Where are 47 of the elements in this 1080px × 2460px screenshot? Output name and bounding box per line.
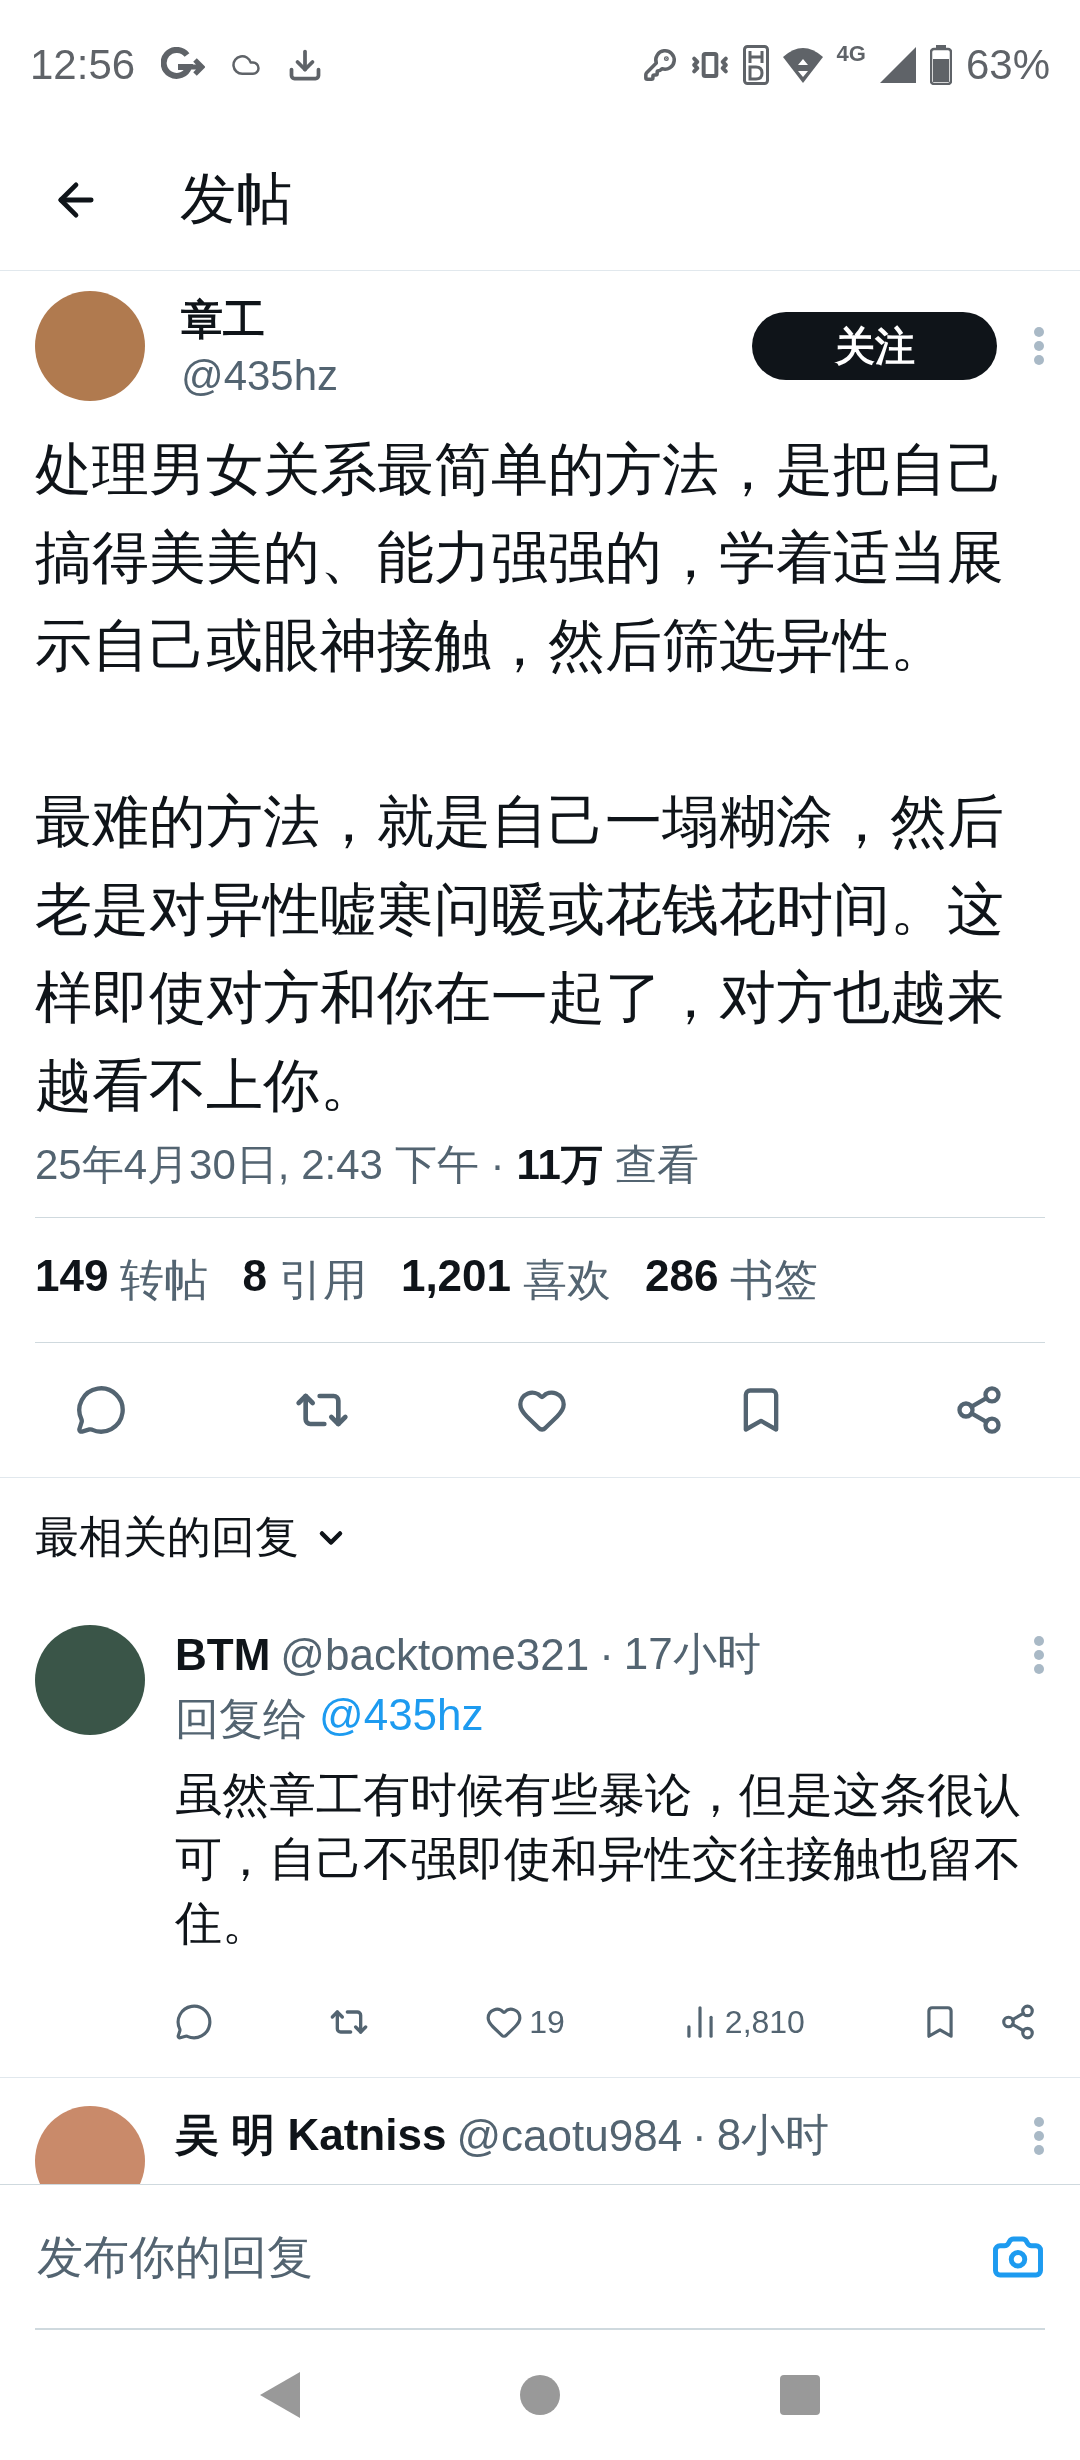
stat-count: 1,201 xyxy=(400,1250,511,1302)
reply-author-name: 吴 明 Katniss xyxy=(175,2109,447,2161)
views-label: 查看 xyxy=(614,1140,699,1190)
views-button[interactable]: 2,810 xyxy=(680,2003,805,2041)
reply-author-name: BTM xyxy=(175,1629,271,1680)
view-count: 11万 xyxy=(516,1140,603,1190)
reply-icon[interactable] xyxy=(75,1384,127,1436)
reply-time: 8小时 xyxy=(716,2109,830,2161)
stat-label: 书签 xyxy=(730,1253,819,1306)
author-handle: @435hz xyxy=(181,352,340,400)
reply-to-label: 回复给 xyxy=(175,1693,307,1745)
post-text: 最难的方法，就是自己一塌糊涂，然后老是对异性嘘寒问暖或花钱花时间。这样即使对方和你在一起了，对方也越来越看不上你。 xyxy=(35,788,1005,1119)
stat-label: 喜欢 xyxy=(523,1253,611,1306)
page-title: 发帖 xyxy=(180,166,292,232)
share-icon[interactable] xyxy=(999,2003,1037,2041)
battery-icon xyxy=(929,45,952,85)
reply-handle: @backtome321 xyxy=(280,1629,590,1680)
stat-count: 149 xyxy=(35,1250,109,1302)
separator: · xyxy=(599,1629,614,1680)
stat-count: 8 xyxy=(242,1250,267,1302)
network-type: 4G xyxy=(836,41,866,67)
like-button[interactable]: 19 xyxy=(485,2003,565,2041)
more-icon xyxy=(1033,1634,1045,1675)
follow-button[interactable]: 关注 xyxy=(752,312,997,380)
post-text: 处理男女关系最简单的方法，是把自己搞得美美的、能力强强的，学着适当展示自己或眼神接触，然后筛选异性。 xyxy=(35,436,1005,679)
stat-count: 286 xyxy=(645,1250,719,1302)
stat-label: 引用 xyxy=(278,1253,367,1306)
separator: · xyxy=(692,2110,707,2161)
sort-dropdown[interactable]: 最相关的回复 xyxy=(35,1508,349,1567)
hd-icon xyxy=(742,45,769,85)
key-icon xyxy=(642,48,677,82)
separator: · xyxy=(490,1141,505,1189)
home-nav-button[interactable] xyxy=(520,2375,560,2415)
back-nav-button[interactable] xyxy=(260,2372,300,2418)
reply-icon[interactable] xyxy=(175,2003,213,2041)
status-time: 12:56 xyxy=(30,41,136,89)
battery-percent: 63% xyxy=(965,41,1050,89)
more-icon xyxy=(1033,326,1045,366)
reply-text: 虽然章工有时候有些暴论，但是这条很认可，自己不强即使和异性交往接触也留不住。 xyxy=(175,1767,1022,1951)
reply-handle: @caotu984 xyxy=(456,2110,683,2161)
more-icon xyxy=(1033,2115,1045,2156)
post-date: 25年4月30日, 2:43 下午 xyxy=(35,1140,479,1190)
wifi-icon xyxy=(782,47,823,83)
stat-label: 转帖 xyxy=(120,1253,209,1306)
author-name: 章工 xyxy=(181,295,266,345)
signal-icon xyxy=(879,47,916,83)
reply-time: 17小时 xyxy=(623,1628,761,1680)
